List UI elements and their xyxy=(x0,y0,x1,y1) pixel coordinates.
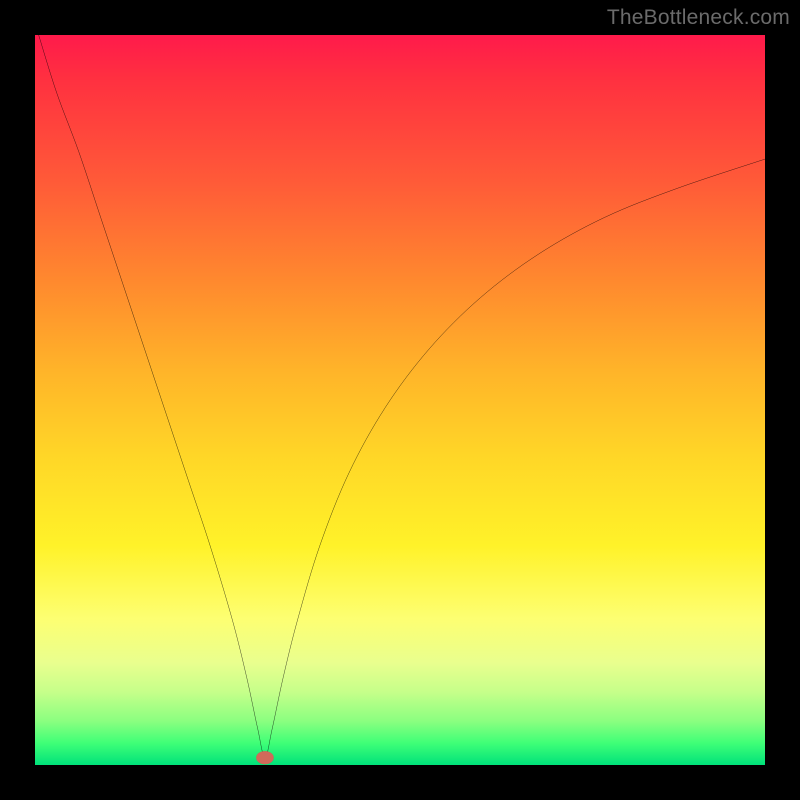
watermark-text: TheBottleneck.com xyxy=(607,6,790,30)
plot-area xyxy=(35,35,765,765)
plot-svg xyxy=(35,35,765,765)
chart-frame: TheBottleneck.com xyxy=(0,0,800,800)
minimum-marker xyxy=(256,751,274,764)
bottleneck-curve xyxy=(39,35,765,758)
